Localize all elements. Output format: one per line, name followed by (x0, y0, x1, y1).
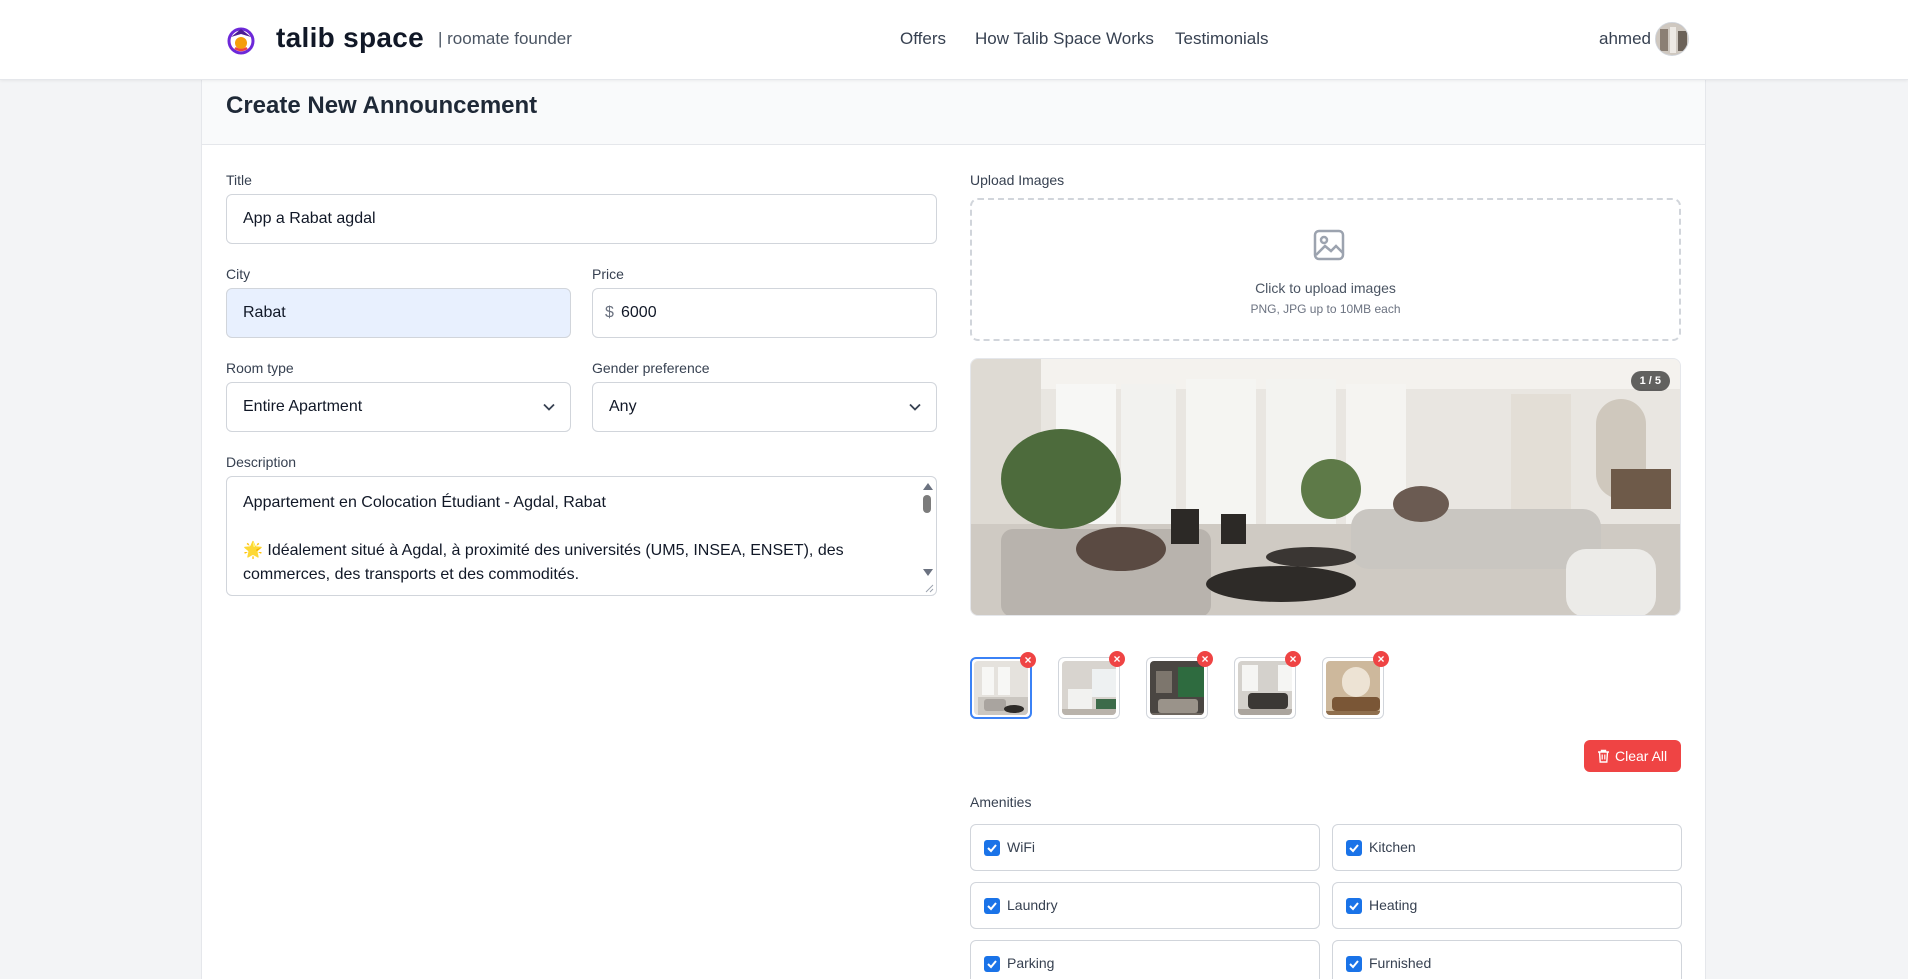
image-counter: 1 / 5 (1630, 371, 1670, 391)
gender-select[interactable]: Any (592, 382, 937, 432)
amenity-kitchen[interactable]: Kitchen (1332, 824, 1682, 871)
thumbnail-2[interactable]: × (1058, 651, 1125, 719)
nav-link-testimonials[interactable]: Testimonials (1175, 29, 1269, 49)
upload-dropzone[interactable]: Click to upload images PNG, JPG up to 10… (970, 198, 1681, 341)
scroll-thumb[interactable] (923, 495, 931, 513)
description-line-2: 🌟 Idéalement situé à Agdal, à proximité … (243, 542, 844, 583)
thumbnail-4[interactable]: × (1234, 651, 1301, 719)
upload-cta: Click to upload images (1255, 280, 1396, 296)
resize-grip-icon[interactable] (924, 583, 934, 593)
card-header: Create New Announcement (202, 80, 1705, 145)
remove-image-icon[interactable]: × (1373, 651, 1389, 667)
chevron-down-icon (909, 403, 921, 411)
page-title: Create New Announcement (226, 92, 538, 119)
amenities-label: Amenities (970, 794, 1032, 810)
checkbox-checked[interactable] (1346, 840, 1362, 856)
checkbox-checked[interactable] (984, 898, 1000, 914)
description-textarea[interactable]: Appartement en Colocation Étudiant - Agd… (226, 476, 937, 596)
textarea-scrollbar[interactable] (920, 479, 934, 593)
thumbnail-5[interactable]: × (1322, 651, 1389, 719)
clear-all-label: Clear All (1615, 748, 1668, 764)
amenity-label: Furnished (1369, 955, 1432, 971)
amenity-label: WiFi (1007, 839, 1035, 855)
amenity-label: Heating (1369, 897, 1418, 913)
price-label: Price (592, 266, 624, 282)
amenity-furnished[interactable]: Furnished (1332, 940, 1682, 979)
thumbnail-image (1150, 661, 1204, 715)
room-type-select[interactable]: Entire Apartment (226, 382, 571, 432)
upload-label: Upload Images (970, 172, 1065, 188)
thumbnail-1[interactable]: × (970, 652, 1036, 719)
amenity-label: Laundry (1007, 897, 1058, 913)
remove-image-icon[interactable]: × (1197, 651, 1213, 667)
amenity-laundry[interactable]: Laundry (970, 882, 1320, 929)
checkbox-checked[interactable] (984, 840, 1000, 856)
remove-image-icon[interactable]: × (1109, 651, 1125, 667)
top-navbar: talib space | roomate founder Offers How… (0, 0, 1908, 80)
amenity-label: Parking (1007, 955, 1055, 971)
city-input[interactable]: Rabat (226, 288, 571, 338)
amenity-parking[interactable]: Parking (970, 940, 1320, 979)
thumbnail-image (974, 661, 1028, 715)
remove-image-icon[interactable]: × (1020, 652, 1036, 668)
remove-image-icon[interactable]: × (1285, 651, 1301, 667)
amenity-wifi[interactable]: WiFi (970, 824, 1320, 871)
thumbnail-image (1062, 661, 1116, 715)
brand-tagline: | roomate founder (438, 29, 572, 48)
scroll-up-arrow-icon[interactable] (923, 483, 933, 490)
checkbox-checked[interactable] (1346, 956, 1362, 972)
gender-value: Any (609, 398, 637, 415)
title-input[interactable]: App a Rabat agdal (226, 194, 937, 244)
city-label: City (226, 266, 251, 282)
thumbnail-3[interactable]: × (1146, 651, 1213, 719)
currency-symbol: $ (605, 304, 614, 321)
user-name[interactable]: ahmed (1599, 29, 1651, 49)
user-avatar[interactable] (1655, 22, 1689, 56)
checkbox-checked[interactable] (984, 956, 1000, 972)
nav-link-offers[interactable]: Offers (900, 29, 946, 49)
chevron-down-icon (543, 403, 555, 411)
title-label: Title (226, 172, 252, 188)
amenity-label: Kitchen (1369, 839, 1416, 855)
announcement-card: Create New Announcement Title App a Raba… (201, 80, 1706, 979)
thumbnail-image (1238, 661, 1292, 715)
description-line-1: Appartement en Colocation Étudiant - Agd… (243, 494, 606, 511)
image-preview[interactable]: 1 / 5 (970, 358, 1681, 616)
thumbnail-image (1326, 661, 1380, 715)
checkbox-checked[interactable] (1346, 898, 1362, 914)
living-room-photo (971, 359, 1680, 615)
upload-hint: PNG, JPG up to 10MB each (1250, 302, 1401, 316)
logo-icon[interactable] (225, 24, 257, 56)
image-icon (1313, 229, 1345, 261)
brand-name[interactable]: talib space (276, 22, 424, 54)
description-label: Description (226, 454, 297, 470)
room-type-label: Room type (226, 360, 294, 376)
price-value: 6000 (621, 304, 657, 321)
price-input[interactable]: $ 6000 (592, 288, 937, 338)
gender-label: Gender preference (592, 360, 710, 376)
trash-icon (1598, 749, 1609, 763)
room-type-value: Entire Apartment (243, 398, 363, 415)
scroll-down-arrow-icon[interactable] (923, 569, 933, 576)
clear-all-button[interactable]: Clear All (1584, 740, 1681, 772)
amenity-heating[interactable]: Heating (1332, 882, 1682, 929)
nav-link-how-it-works[interactable]: How Talib Space Works (975, 29, 1154, 49)
